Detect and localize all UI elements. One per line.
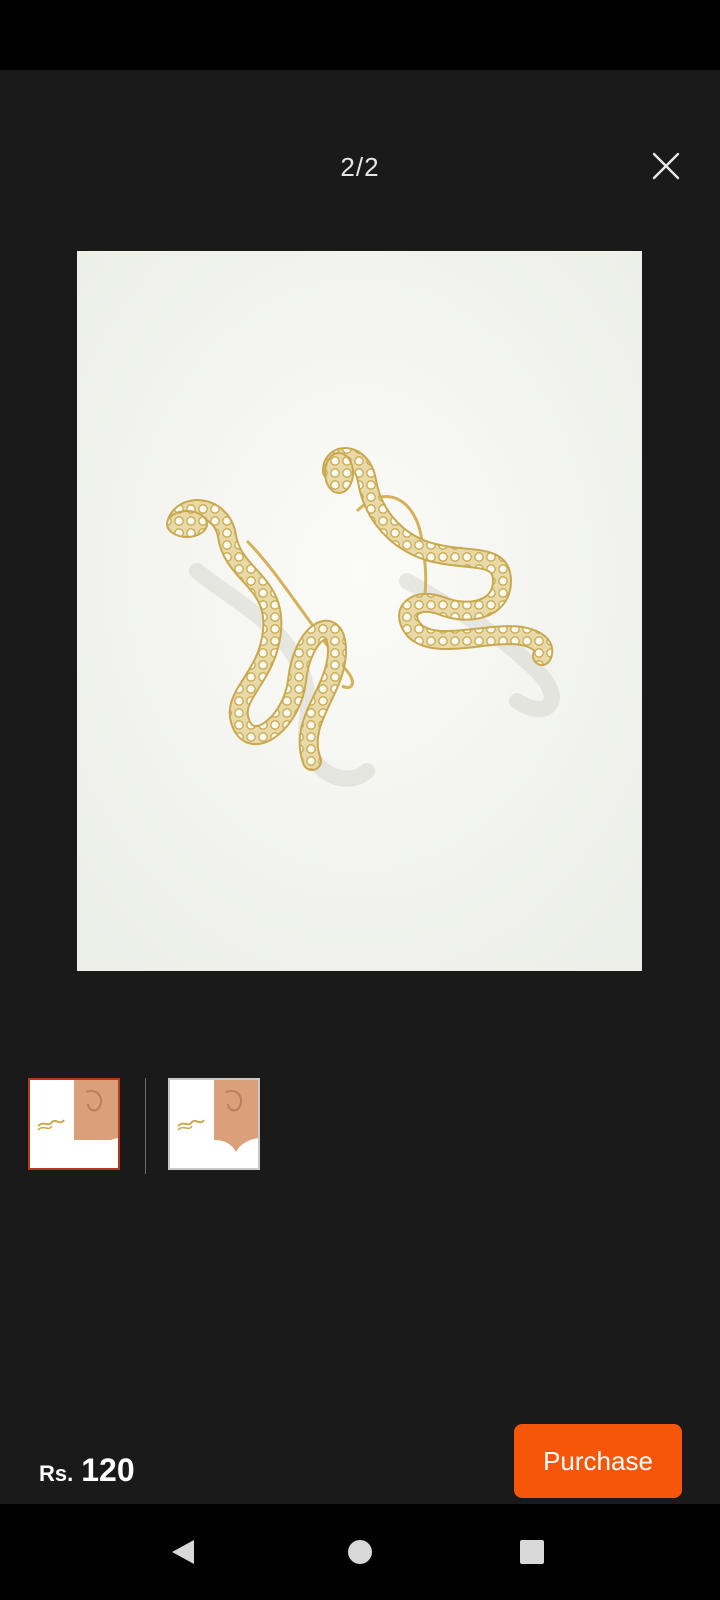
snake-earrings-image [77, 251, 642, 971]
recents-square-icon [520, 1540, 544, 1564]
purchase-button[interactable]: Purchase [514, 1424, 682, 1498]
back-triangle-icon [172, 1540, 194, 1564]
image-counter: 2/2 [340, 152, 380, 182]
thumbnail-1[interactable] [28, 1078, 120, 1170]
price: Rs. 120 [39, 1452, 135, 1489]
home-circle-icon [348, 1540, 372, 1564]
close-icon [652, 152, 680, 180]
back-button[interactable] [166, 1534, 202, 1570]
close-button[interactable] [646, 146, 686, 186]
home-button[interactable] [342, 1534, 378, 1570]
system-nav-bar [0, 1504, 720, 1600]
image-viewer: 2/2 Rs. 120 Purchase [0, 70, 720, 1504]
thumbnail-strip [0, 1078, 720, 1174]
status-bar [0, 0, 720, 70]
recents-button[interactable] [514, 1534, 550, 1570]
earring-thumbnail-image [30, 1080, 118, 1168]
product-image[interactable] [77, 251, 642, 971]
price-currency: Rs. [39, 1461, 74, 1486]
price-amount: 120 [81, 1452, 135, 1488]
thumbnail-2[interactable] [168, 1078, 260, 1170]
thumbnail-divider [145, 1078, 146, 1174]
earring-thumbnail-image [170, 1080, 258, 1168]
